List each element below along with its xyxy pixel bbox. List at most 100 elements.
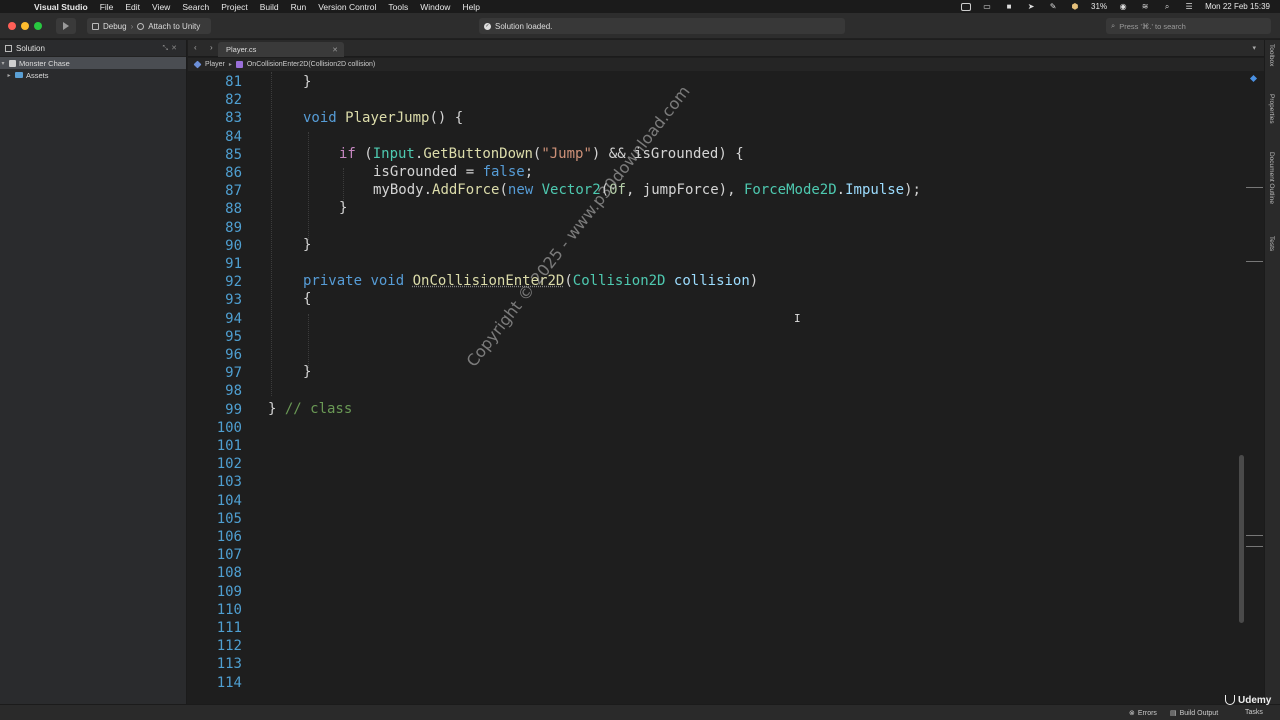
indent-guide xyxy=(308,132,309,240)
line-number: 81 xyxy=(225,74,242,90)
menu-app-name[interactable]: Visual Studio xyxy=(34,2,88,12)
line-number: 108 xyxy=(216,565,242,582)
line-number: 111 xyxy=(216,620,242,636)
run-configuration-selector[interactable]: Debug › Attach to Unity xyxy=(87,18,211,34)
line-number: 92 xyxy=(225,274,242,291)
close-window-button[interactable] xyxy=(8,22,16,30)
menu-tools[interactable]: Tools xyxy=(388,2,408,12)
chevron-right-icon: › xyxy=(130,21,134,31)
line-number: 97 xyxy=(225,365,242,382)
solution-icon xyxy=(5,44,12,52)
ide-toolbar: Debug › Attach to Unity ✓ Solution loade… xyxy=(0,13,1280,39)
configuration-label: Debug xyxy=(103,21,127,31)
line-number: 83 xyxy=(225,110,242,127)
tab-player-cs[interactable]: Player.cs ✕ xyxy=(218,42,344,57)
udemy-logo: Udemy xyxy=(1225,695,1271,706)
search-placeholder: Press '⌘.' to search xyxy=(1119,21,1186,31)
line-number: 96 xyxy=(225,347,242,363)
menu-window[interactable]: Window xyxy=(420,2,450,12)
errors-label: Errors xyxy=(1137,709,1157,717)
tasks-label: Tasks xyxy=(1245,709,1263,716)
line-number: 107 xyxy=(216,547,242,564)
menu-project[interactable]: Project xyxy=(221,2,247,12)
line-number: 94 xyxy=(225,310,242,327)
line-number: 82 xyxy=(225,92,242,109)
expand-arrow-icon[interactable]: ▾ xyxy=(0,60,6,67)
menu-edit[interactable]: Edit xyxy=(125,2,140,12)
line-number: 91 xyxy=(225,256,242,272)
tree-item-label: Assets xyxy=(26,70,49,80)
overview-ruler-mark xyxy=(1246,187,1263,188)
build-output-button[interactable]: ▤ Build Output xyxy=(1170,709,1218,718)
breadcrumb-method[interactable]: OnCollisionEnter2D(Collision2D collision… xyxy=(247,61,375,68)
pad-tab-tests[interactable]: Tests xyxy=(1268,236,1275,251)
pad-tab-document-outline[interactable]: Document Outline xyxy=(1268,152,1275,204)
code-line-93: { xyxy=(303,291,312,307)
zoom-window-button[interactable] xyxy=(34,22,42,30)
breadcrumb: Player ▸ OnCollisionEnter2D(Collision2D … xyxy=(188,58,1264,71)
code-line-97: } xyxy=(303,364,312,380)
editor-tab-bar: ‹ › Player.cs ✕ ▾ xyxy=(188,40,1264,57)
line-number: 104 xyxy=(216,492,242,509)
close-icon[interactable]: ✕ xyxy=(332,46,338,54)
ibeam-cursor-icon: I xyxy=(794,312,801,325)
solution-pad-header: Solution ⤡✕ xyxy=(0,40,186,57)
menu-search[interactable]: Search xyxy=(182,2,209,12)
menu-build[interactable]: Build xyxy=(260,2,279,12)
menubar-clock[interactable]: Mon 22 Feb 15:39 xyxy=(1205,2,1270,11)
code-editor[interactable]: 81 82 83 84 85 86 87 88 89 90 91 92 93 94 95 96 97 98 99 10… xyxy=(188,72,1264,704)
breadcrumb-class[interactable]: Player xyxy=(205,61,225,68)
line-number: 88 xyxy=(225,201,242,218)
search-input[interactable]: ⌕ Press '⌘.' to search xyxy=(1106,18,1271,34)
screen-icon[interactable] xyxy=(961,2,972,11)
overview-ruler-mark xyxy=(1246,261,1263,262)
ring-icon[interactable]: ◉ xyxy=(1117,2,1129,11)
line-number: 102 xyxy=(216,456,242,473)
chevron-right-icon: ▸ xyxy=(228,62,232,68)
folder-icon xyxy=(15,72,23,78)
solution-pad-title: Solution xyxy=(16,43,45,53)
tree-item-monster-chase[interactable]: ▾ Monster Chase xyxy=(0,57,186,69)
nav-forward-icon[interactable]: › xyxy=(210,43,213,52)
line-number: 105 xyxy=(216,510,242,527)
status-field: ✓ Solution loaded. xyxy=(479,18,845,34)
tree-item-assets[interactable]: ▸ Assets xyxy=(0,69,186,81)
indent-guide xyxy=(308,314,309,368)
errors-pad-button[interactable]: ⊗ Errors xyxy=(1129,709,1157,718)
chevron-down-icon[interactable]: ▾ xyxy=(1252,44,1256,52)
tree-item-label: Monster Chase xyxy=(19,58,70,68)
code-line-83: void PlayerJump() { xyxy=(303,110,464,126)
menu-version-control[interactable]: Version Control xyxy=(318,2,376,12)
menu-run[interactable]: Run xyxy=(291,2,307,12)
minimize-window-button[interactable] xyxy=(21,22,29,30)
script-icon[interactable]: ✎ xyxy=(1047,2,1059,11)
battery-percent: 31% xyxy=(1091,2,1108,11)
battery-icon[interactable]: ⬢ xyxy=(1069,2,1081,11)
app-status-icon[interactable]: ■ xyxy=(1003,2,1015,11)
menu-help[interactable]: Help xyxy=(462,2,479,12)
line-number: 103 xyxy=(216,474,242,491)
pad-tab-properties[interactable]: Properties xyxy=(1268,94,1275,124)
tasks-button[interactable]: Tasks xyxy=(1245,709,1263,716)
line-number-gutter: 81 82 83 84 85 86 87 88 89 90 91 92 93 94 95 96 97 98 99 10… xyxy=(188,72,258,704)
pad-controls[interactable]: ⤡✕ xyxy=(163,44,180,53)
run-button[interactable] xyxy=(56,18,76,34)
menu-file[interactable]: File xyxy=(100,2,114,12)
target-label: Attach to Unity xyxy=(148,21,201,31)
code-line-86: isGrounded = false; xyxy=(373,164,534,180)
send-icon[interactable]: ➤ xyxy=(1025,2,1037,11)
line-number: 98 xyxy=(225,383,242,400)
line-number: 90 xyxy=(225,237,242,254)
build-icon: ▤ xyxy=(1170,710,1177,717)
menu-view[interactable]: View xyxy=(152,2,170,12)
solution-project-icon xyxy=(9,59,16,67)
pad-tab-toolbox[interactable]: Toolbox xyxy=(1268,44,1275,66)
collapse-arrow-icon[interactable]: ▸ xyxy=(6,72,12,79)
wifi-icon[interactable]: ≋ xyxy=(1139,2,1151,11)
control-center-icon[interactable]: ☰ xyxy=(1183,2,1195,11)
nav-back-icon[interactable]: ‹ xyxy=(194,43,197,52)
airplay-icon[interactable]: ▭ xyxy=(981,2,993,11)
line-number: 85 xyxy=(225,146,242,163)
spotlight-icon[interactable]: ⌕ xyxy=(1161,2,1173,11)
vertical-scrollbar[interactable] xyxy=(1239,455,1244,623)
